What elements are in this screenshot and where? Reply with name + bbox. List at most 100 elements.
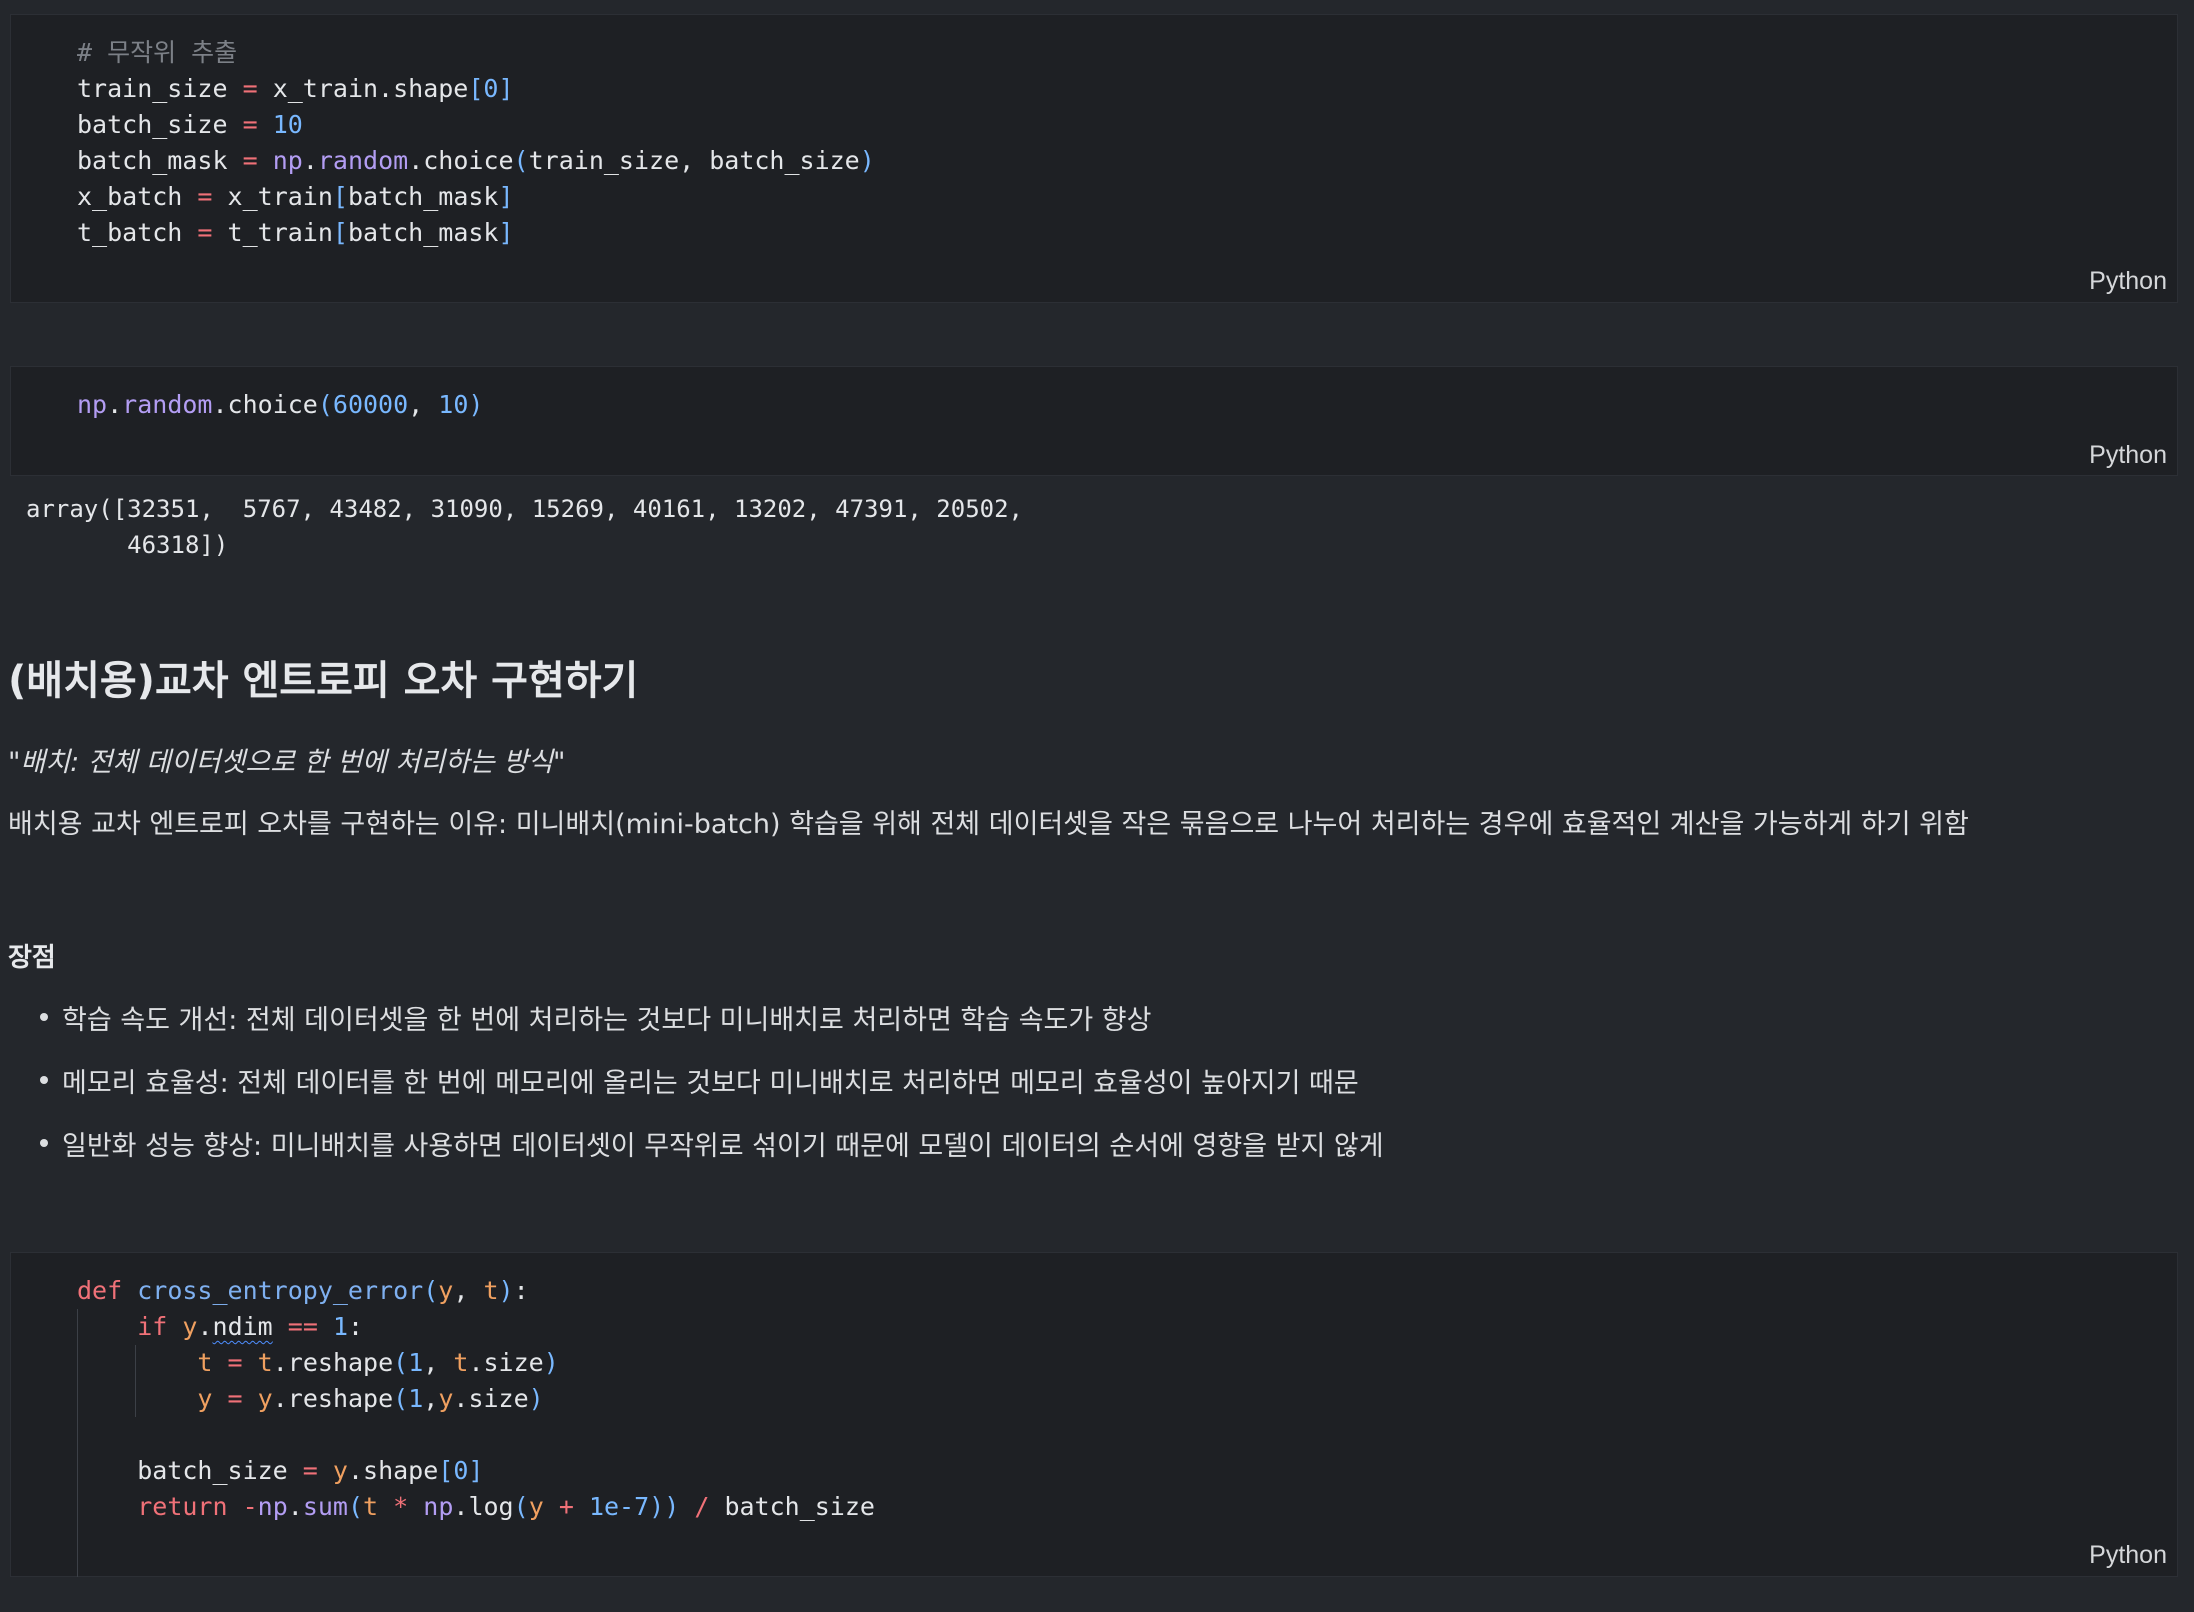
code-token: ,	[423, 1348, 454, 1377]
code-token: .log	[453, 1492, 514, 1521]
code-token: train_size, batch_size	[528, 146, 860, 175]
code-line[interactable]: x_batch = x_train[batch_mask]	[77, 179, 875, 215]
code-editor-1[interactable]: # 무작위 추출 train_size = x_train.shape[0] bat…	[77, 35, 875, 251]
code-token: np	[423, 1492, 454, 1521]
code-token: =	[242, 110, 258, 139]
code-token: y	[438, 1384, 454, 1413]
code-token: ]	[498, 74, 514, 103]
code-token: (	[393, 1384, 409, 1413]
code-line[interactable]: return -np.sum(t * np.log(y + 1e-7)) / b…	[77, 1489, 875, 1525]
code-token: ]	[498, 182, 514, 211]
code-line[interactable]: t = t.reshape(1, t.size)	[77, 1345, 875, 1381]
code-line[interactable]: # 무작위 추출	[77, 35, 875, 71]
code-token: 1	[332, 1312, 349, 1341]
code-token: )	[543, 1348, 559, 1377]
code-token: +	[558, 1492, 574, 1521]
code-token: y	[438, 1276, 454, 1305]
code-token: .	[302, 146, 318, 175]
code-line[interactable]: batch_mask = np.random.choice(train_size…	[77, 143, 875, 179]
code-token: )	[498, 1276, 514, 1305]
code-token: =	[302, 1456, 318, 1485]
code-token: (	[513, 146, 529, 175]
code-token: random	[317, 146, 409, 175]
code-token: )	[859, 146, 875, 175]
code-token: .	[197, 1312, 213, 1341]
code-token: :	[513, 1276, 529, 1305]
code-token: .choice	[212, 390, 318, 419]
code-token: return	[137, 1492, 228, 1521]
code-line[interactable]	[77, 1417, 875, 1453]
code-token: 0	[453, 1456, 469, 1485]
code-line[interactable]: def cross_entropy_error(y, t):	[77, 1273, 875, 1309]
code-line[interactable]: batch_size = 10	[77, 107, 875, 143]
code-token: =	[242, 146, 258, 175]
code-token: 1e-7	[588, 1492, 650, 1521]
code-token: ,	[453, 1276, 484, 1305]
code-token: batch_size	[77, 110, 243, 139]
code-token: .size	[468, 1348, 544, 1377]
code-token: batch_size	[77, 1456, 303, 1485]
code-token: =	[227, 1384, 243, 1413]
code-token: :	[348, 1312, 364, 1341]
code-token: ]	[468, 1456, 484, 1485]
code-token: )	[528, 1384, 544, 1413]
code-token: np	[77, 390, 108, 419]
code-token: (	[513, 1492, 529, 1521]
code-token: .size	[453, 1384, 529, 1413]
code-token: )	[468, 390, 484, 419]
code-token: 10	[272, 110, 303, 139]
code-editor-3[interactable]: def cross_entropy_error(y, t): if y.ndim…	[77, 1273, 875, 1525]
language-label[interactable]: Python	[2089, 267, 2167, 296]
code-token: t	[363, 1492, 379, 1521]
code-line[interactable]: if y.ndim == 1:	[77, 1309, 875, 1345]
code-token: .reshape	[272, 1384, 394, 1413]
code-token: y	[257, 1384, 273, 1413]
code-token: [	[332, 182, 348, 211]
code-token: [	[468, 74, 484, 103]
code-token: ,	[423, 1384, 439, 1413]
list-item: 학습 속도 개선: 전체 데이터셋을 한 번에 처리하는 것보다 미니배치로 처…	[39, 998, 1151, 1037]
code-token: (	[317, 390, 333, 419]
code-line[interactable]: np.random.choice(60000, 10)	[77, 387, 483, 423]
code-token: .choice	[408, 146, 514, 175]
code-line[interactable]: t_batch = t_train[batch_mask]	[77, 215, 875, 251]
code-token: t	[257, 1348, 273, 1377]
language-label[interactable]: Python	[2089, 441, 2167, 470]
code-token: t_train	[212, 218, 333, 247]
code-token: *	[393, 1492, 409, 1521]
code-token: t	[197, 1348, 213, 1377]
section-heading: (배치용)교차 엔트로피 오차 구현하기	[8, 658, 639, 704]
code-line[interactable]: train_size = x_train.shape[0]	[77, 71, 875, 107]
code-token: train_size	[77, 74, 243, 103]
cell-output: array([32351, 5767, 43482, 31090, 15269,…	[26, 495, 1023, 559]
code-token: np	[257, 1492, 288, 1521]
code-token: x_batch	[77, 182, 198, 211]
code-token: (	[393, 1348, 409, 1377]
language-label[interactable]: Python	[2089, 1541, 2167, 1570]
code-cell-1[interactable]: # 무작위 추출 train_size = x_train.shape[0] bat…	[10, 14, 2178, 303]
code-token: 10	[438, 390, 469, 419]
code-token: # 무작위 추출	[77, 38, 238, 67]
code-editor-2[interactable]: np.random.choice(60000, 10)	[77, 387, 483, 423]
code-token: ))	[649, 1492, 680, 1521]
code-token: 0	[483, 74, 499, 103]
code-cell-3[interactable]: def cross_entropy_error(y, t): if y.ndim…	[10, 1252, 2178, 1577]
code-line[interactable]: y = y.reshape(1,y.size)	[77, 1381, 875, 1417]
code-token: /	[694, 1492, 710, 1521]
code-token: batch_mask	[77, 146, 243, 175]
code-line[interactable]: batch_size = y.shape[0]	[77, 1453, 875, 1489]
code-cell-2[interactable]: np.random.choice(60000, 10) Python	[10, 366, 2178, 476]
